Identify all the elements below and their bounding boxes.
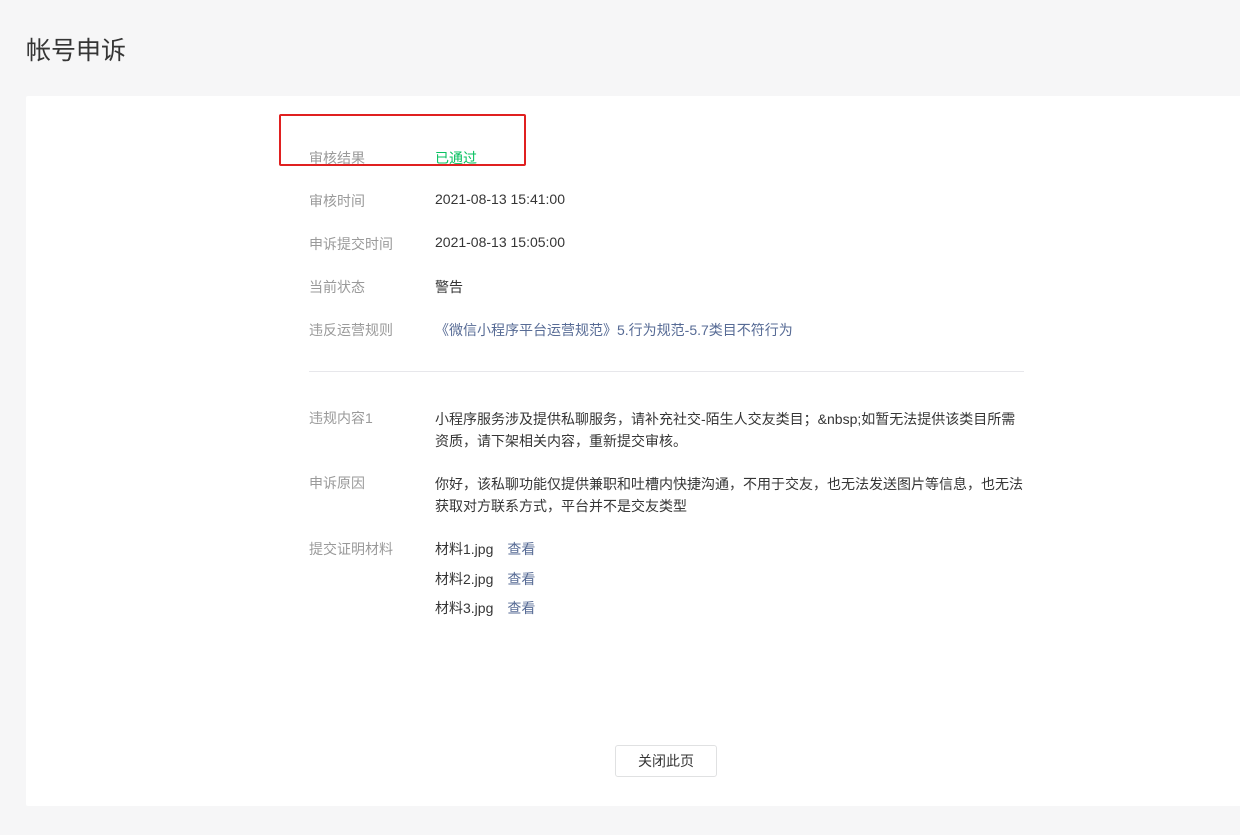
review-result-value: 已通过: [435, 150, 477, 166]
view-material-link[interactable]: 查看: [507, 571, 535, 587]
close-page-button[interactable]: 关闭此页: [615, 745, 717, 777]
review-result-label: 审核结果: [309, 150, 365, 166]
appeal-reason-text: 你好，该私聊功能仅提供兼职和吐槽内快捷沟通，不用于交友，也无法发送图片等信息，也…: [435, 476, 1023, 514]
violated-rule-label: 违反运营规则: [309, 322, 393, 338]
material-item: 材料2.jpg 查看: [435, 569, 535, 589]
section-divider: [309, 371, 1024, 372]
violated-rule-link[interactable]: 《微信小程序平台运营规范》5.行为规范-5.7类目不符行为: [435, 320, 793, 340]
view-material-link[interactable]: 查看: [507, 541, 535, 557]
review-time-value: 2021-08-13 15:41:00: [435, 191, 565, 207]
material-file-name: 材料2.jpg: [435, 571, 494, 587]
violation-label: 违规内容1: [309, 410, 373, 426]
material-item: 材料1.jpg 查看: [435, 539, 535, 559]
page-title: 帐号申诉: [26, 37, 127, 65]
view-material-link[interactable]: 查看: [507, 600, 535, 616]
submit-time-value: 2021-08-13 15:05:00: [435, 234, 565, 250]
violation-text: 小程序服务涉及提供私聊服务，请补充社交-陌生人交友类目；&nbsp;如暂无法提供…: [435, 411, 1016, 449]
appeal-reason-label: 申诉原因: [309, 475, 365, 491]
submit-time-label: 申诉提交时间: [309, 236, 393, 252]
current-status-value: 警告: [435, 279, 463, 295]
review-time-label: 审核时间: [309, 193, 365, 209]
material-file-name: 材料3.jpg: [435, 600, 494, 616]
current-status-label: 当前状态: [309, 279, 365, 295]
material-item: 材料3.jpg 查看: [435, 598, 535, 618]
materials-label: 提交证明材料: [309, 541, 393, 557]
material-file-name: 材料1.jpg: [435, 541, 494, 557]
